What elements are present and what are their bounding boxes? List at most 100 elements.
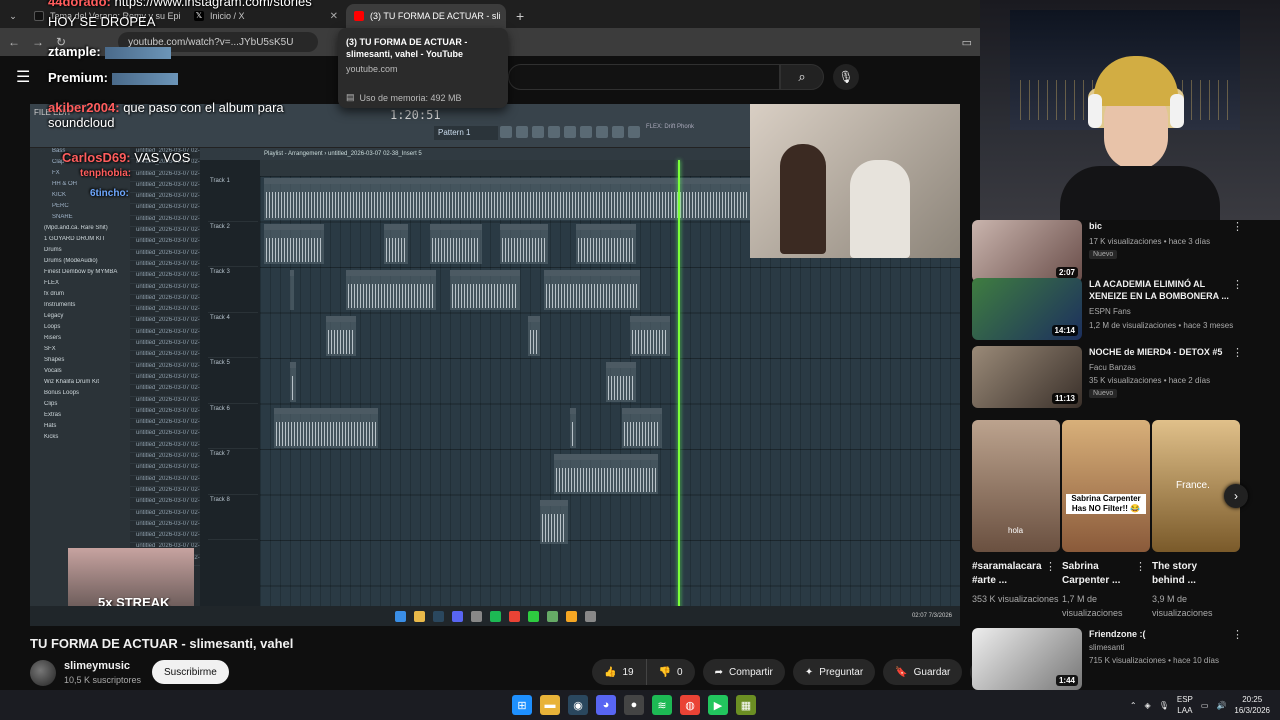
daw-track-header[interactable]: Track 6 [208, 404, 258, 449]
daw-track-header[interactable]: Track 5 [208, 358, 258, 404]
more-vert-icon[interactable]: ⋮ [1232, 628, 1243, 641]
daw-channel-item[interactable]: untitled_2026-03-07 02- [130, 193, 200, 205]
daw-channel-item[interactable]: untitled_2026-03-07 02- [130, 171, 200, 182]
daw-channel-item[interactable]: untitled_2026-03-07 02- [130, 453, 200, 465]
daw-browser-item[interactable]: FLEX [30, 280, 130, 291]
daw-channel-item[interactable]: untitled_2026-03-07 02- [130, 182, 200, 194]
daw-channel-item[interactable]: untitled_2026-03-07 02- [130, 306, 200, 318]
daw-channel-item[interactable]: untitled_2026-03-07 02- [130, 408, 200, 420]
daw-channel-item[interactable]: untitled_2026-03-07 02- [130, 498, 200, 510]
steam-icon[interactable]: ◉ [568, 695, 588, 715]
video-thumbnail[interactable]: 1:44 [972, 628, 1082, 690]
daw-track-header[interactable]: Track 2 [208, 222, 258, 267]
daw-browser-item[interactable]: Legacy [30, 313, 130, 324]
recommended-video[interactable]: 14:14 LA ACADEMIA ELIMINÓ AL XENEIZE EN … [970, 278, 1250, 344]
daw-track-header[interactable]: Track 8 [208, 495, 258, 540]
daw-track-header[interactable]: Track 7 [208, 449, 258, 495]
more-vert-icon[interactable]: ⋮ [1232, 220, 1243, 233]
daw-browser-item[interactable]: Extras [30, 412, 130, 423]
dislike-button[interactable]: 👎 0 [646, 659, 695, 685]
daw-channel-item[interactable]: untitled_2026-03-07 02- [130, 442, 200, 454]
spotify-icon[interactable]: ≋ [652, 695, 672, 715]
network-icon[interactable]: ▭ [1201, 701, 1209, 710]
daw-browser-item[interactable]: SNARE [30, 214, 130, 225]
fl-studio-icon[interactable]: ▦ [736, 695, 756, 715]
daw-browser-item[interactable]: Kicks [30, 434, 130, 445]
browser-tab-1[interactable]: Tema del Verano: Remy y su Epi ✕ [26, 4, 186, 28]
shorts-next-button[interactable]: › [1224, 484, 1248, 508]
video-thumbnail[interactable]: 14:14 [972, 278, 1082, 340]
daw-browser-item[interactable]: FX [30, 170, 130, 181]
subscribe-button[interactable]: Suscribirme [152, 660, 229, 684]
daw-channel-item[interactable]: untitled_2026-03-07 02- [130, 295, 200, 307]
daw-channel-item[interactable]: untitled_2026-03-07 02- [130, 238, 200, 250]
daw-browser-item[interactable]: Loops [30, 324, 130, 335]
daw-browser-item[interactable]: Wiz Khalifa Drum Kit [30, 379, 130, 390]
daw-browser-item[interactable]: Finest Dembow by MYMBA [30, 269, 130, 280]
video-thumbnail[interactable]: 2:07 [972, 220, 1082, 282]
daw-browser-item[interactable]: Drums (ModeAudio) [30, 258, 130, 269]
daw-channel-item[interactable]: untitled_2026-03-07 02- [130, 385, 200, 397]
share-button[interactable]: ➦ Compartir [702, 659, 785, 685]
volume-icon[interactable]: 🔊 [1216, 701, 1226, 710]
reload-button[interactable]: ↻ [56, 35, 66, 49]
browser-tab-2[interactable]: 𝕏 Inicio / X ✕ [186, 4, 346, 28]
daw-channel-item[interactable]: untitled_2026-03-07 02- [130, 148, 200, 160]
daw-browser-item[interactable]: Shapes [30, 357, 130, 368]
short-item[interactable]: France. The story behind ... 3,9 M de vi… [1152, 420, 1240, 620]
video-player[interactable]: FILE EDIT 1:20:51 Pattern 1 FLEX: Drift … [30, 104, 960, 626]
taskbar-clock[interactable]: 20:25 16/3/2026 [1234, 694, 1270, 716]
menu-icon[interactable]: ☰ [16, 67, 30, 87]
search-button[interactable]: ⌕ [780, 64, 824, 90]
tab-search-button[interactable]: ⌄ [0, 4, 26, 28]
short-thumbnail[interactable]: Sabrina Carpenter Has NO Filter!! 😂 [1062, 420, 1150, 552]
daw-channel-item[interactable]: untitled_2026-03-07 02- [130, 351, 200, 363]
daw-browser-item[interactable]: KICK [30, 192, 130, 203]
recommended-video[interactable]: 11:13 NOCHE de MIERD4 - DETOX #5 Facu Ba… [970, 346, 1250, 412]
daw-channel-item[interactable]: untitled_2026-03-07 02- [130, 487, 200, 499]
daw-browser-item[interactable]: Hats [30, 423, 130, 434]
microphone-icon[interactable]: 🎙 [1159, 701, 1169, 710]
shield-icon[interactable]: ◈ [1145, 701, 1151, 710]
daw-browser-item[interactable]: Vocals [30, 368, 130, 379]
daw-channel-item[interactable]: untitled_2026-03-07 02- [130, 464, 200, 476]
cast-icon[interactable]: ▭ [962, 36, 972, 49]
chevron-up-icon[interactable]: ⌃ [1130, 701, 1137, 710]
daw-browser-item[interactable]: fx drum [30, 291, 130, 302]
recommended-video[interactable]: 1:44 Friendzone :( slimesanti 715 K visu… [970, 628, 1250, 694]
channel-name[interactable]: slimeymusic [64, 660, 130, 672]
short-item[interactable]: hola #saramalacara #arte ... 353 K visua… [972, 420, 1060, 606]
daw-channel-item[interactable]: untitled_2026-03-07 02- [130, 227, 200, 239]
daw-channel-item[interactable]: untitled_2026-03-07 02- [130, 216, 200, 228]
address-bar[interactable]: youtube.com/watch?v=...JYbU5sK5U [118, 32, 319, 52]
daw-browser-item[interactable]: 1 GOYARD DRUM KIT [30, 236, 130, 247]
language-indicator[interactable]: ESP LAA [1177, 694, 1193, 716]
short-thumbnail[interactable]: hola [972, 420, 1060, 552]
daw-channel-item[interactable]: untitled_2026-03-07 02- [130, 476, 200, 487]
daw-channel-item[interactable]: untitled_2026-03-07 02- [130, 204, 200, 216]
daw-channel-item[interactable]: untitled_2026-03-07 02- [130, 317, 200, 329]
daw-channel-item[interactable]: untitled_2026-03-07 02- [130, 250, 200, 261]
video-thumbnail[interactable]: 11:13 [972, 346, 1082, 408]
file-explorer-icon[interactable]: ▬ [540, 695, 560, 715]
daw-channel-item[interactable]: untitled_2026-03-07 02- [130, 159, 200, 171]
close-tab-icon[interactable]: ✕ [330, 11, 338, 22]
discord-icon[interactable]: ◕ [596, 695, 616, 715]
obs-icon[interactable]: ● [624, 695, 644, 715]
back-button[interactable]: ← [8, 35, 20, 49]
ask-button[interactable]: ✦ Preguntar [792, 659, 876, 685]
browser-tab-3[interactable]: (3) TU FORMA DE ACTUAR - sli ✕ [346, 4, 506, 28]
daw-channel-item[interactable]: untitled_2026-03-07 02- [130, 329, 200, 341]
voice-search-button[interactable]: 🎙 [833, 64, 859, 90]
daw-channel-item[interactable]: untitled_2026-03-07 02- [130, 374, 200, 386]
more-vert-icon[interactable]: ⋮ [1232, 278, 1243, 291]
daw-browser-item[interactable]: Bonus Loops [30, 390, 130, 401]
more-vert-icon[interactable]: ⋮ [1045, 560, 1056, 573]
daw-channel-item[interactable]: untitled_2026-03-07 02- [130, 272, 200, 284]
daw-browser-item[interactable]: SFX [30, 346, 130, 357]
recommended-video[interactable]: 2:07 bic 17 K visualizaciones • hace 3 d… [970, 220, 1250, 286]
windows-start-icon[interactable]: ⊞ [512, 695, 532, 715]
daw-channel-item[interactable]: untitled_2026-03-07 02- [130, 510, 200, 521]
daw-browser-item[interactable]: (Mpd.and.ca. Rare Shit) [30, 225, 130, 236]
short-thumbnail[interactable]: France. [1152, 420, 1240, 552]
